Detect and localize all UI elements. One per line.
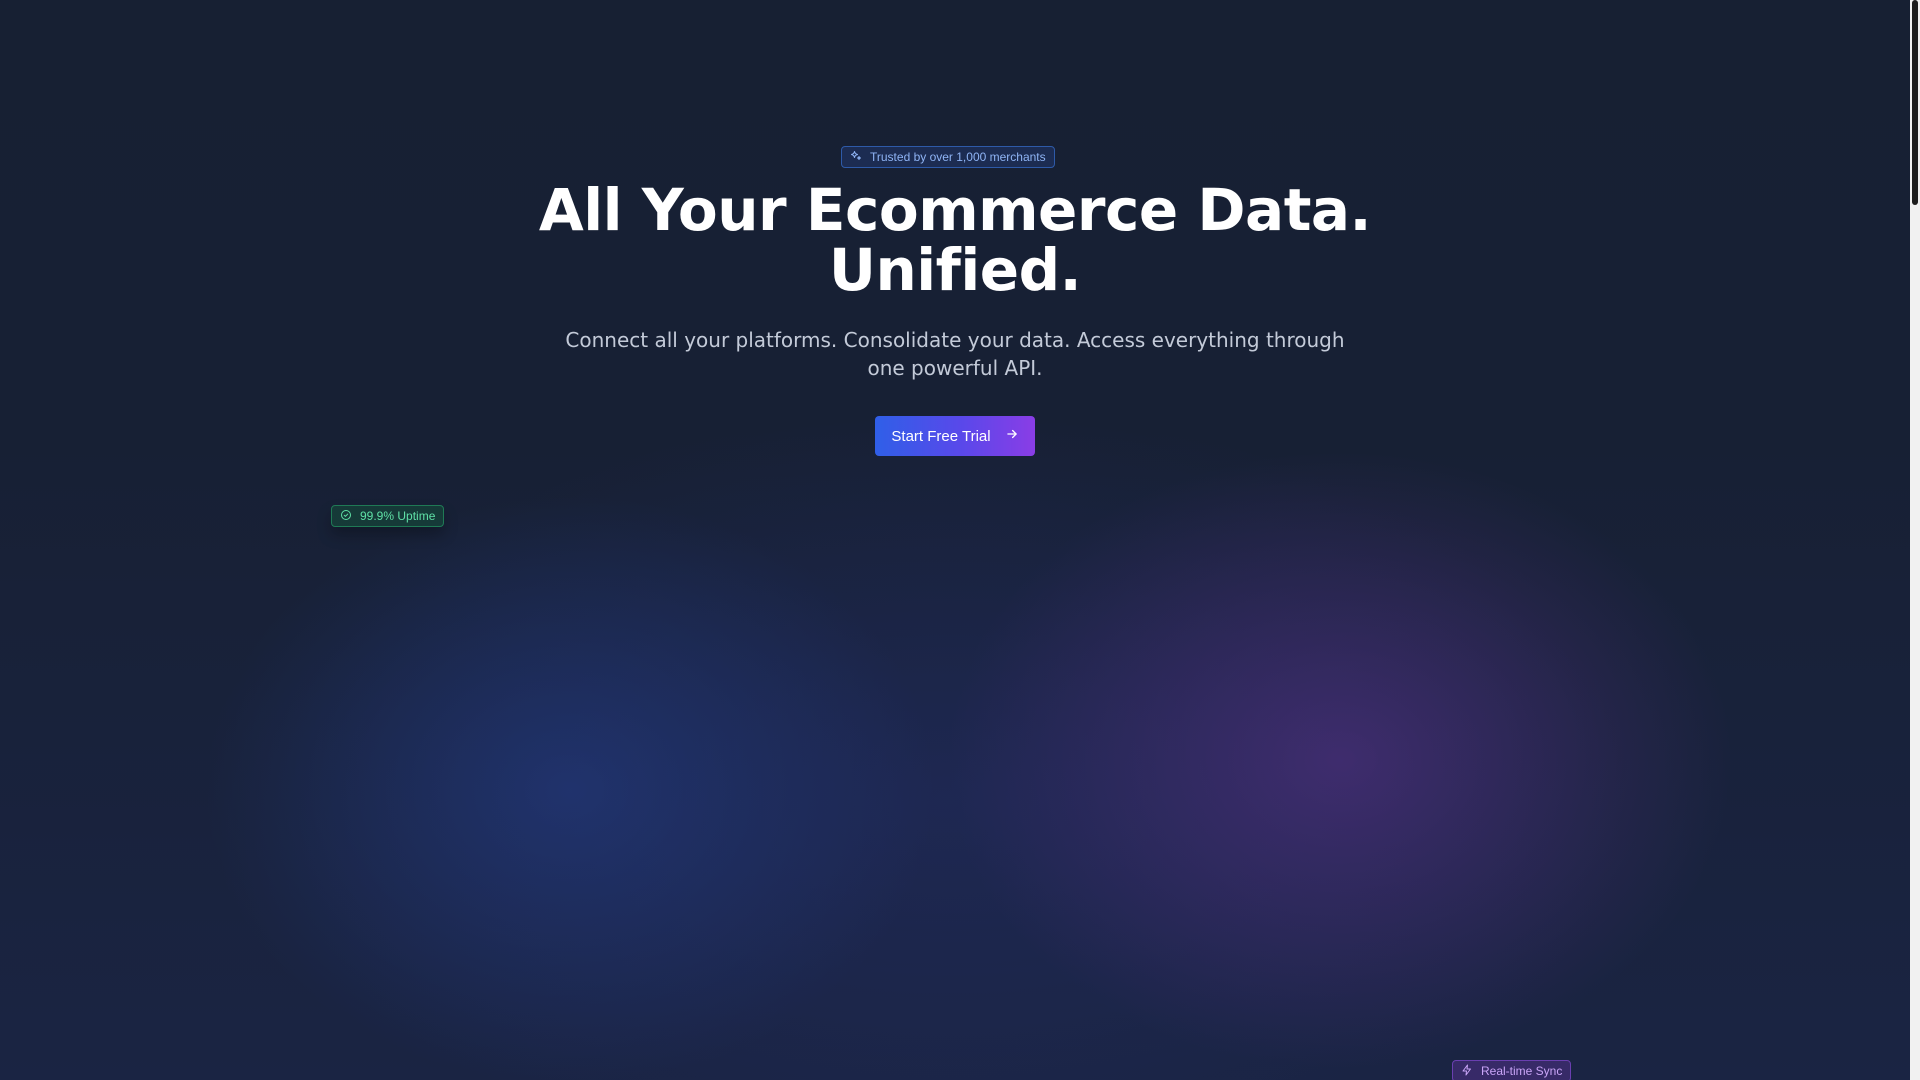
cta-label: Start Free Trial	[891, 427, 991, 445]
headline-line-1: All Your Ecommerce Data.	[538, 176, 1372, 244]
check-circle-icon	[340, 509, 352, 524]
scrollbar-thumb[interactable]	[1912, 0, 1918, 205]
uptime-badge: 99.9% Uptime	[331, 505, 445, 527]
sync-label: Real-time Sync	[1481, 1064, 1563, 1078]
uptime-label: 99.9% Uptime	[360, 509, 436, 523]
trust-badge-label: Trusted by over 1,000 merchants	[870, 150, 1046, 164]
landing-page: Trusted by over 1,000 merchants All Your…	[0, 0, 1910, 1080]
trust-badge: Trusted by over 1,000 merchants	[841, 146, 1055, 168]
sparkles-icon	[850, 150, 862, 165]
headline-line-2: Unified.	[828, 236, 1082, 304]
realtime-sync-badge: Real-time Sync	[1452, 1060, 1572, 1080]
hero-headline: All Your Ecommerce Data. Unified.	[455, 180, 1455, 300]
arrow-right-icon	[1005, 427, 1019, 445]
vertical-scrollbar[interactable]	[1910, 0, 1920, 1080]
hero-subheadline: Connect all your platforms. Consolidate …	[565, 328, 1345, 380]
start-free-trial-button[interactable]: Start Free Trial	[875, 416, 1035, 456]
lightning-icon	[1461, 1064, 1473, 1079]
